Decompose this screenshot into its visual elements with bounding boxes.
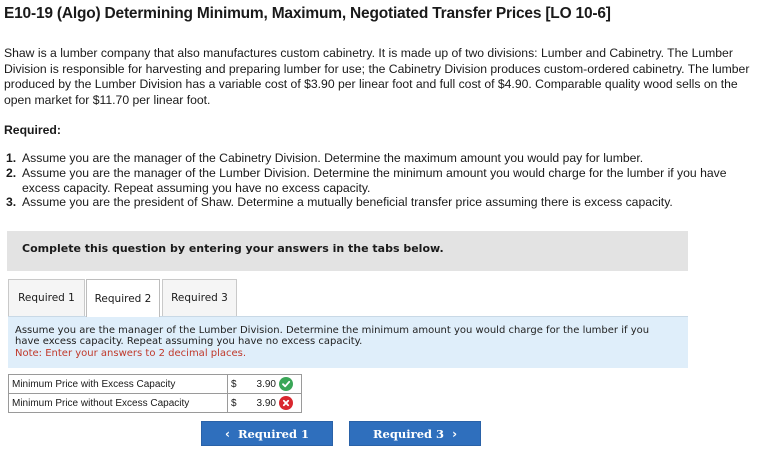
required-heading: Required: — [4, 123, 61, 137]
answer-input-cell[interactable]: $ 3.90 — [227, 393, 302, 413]
tab-required-1[interactable]: Required 1 — [8, 279, 85, 316]
answer-table: Minimum Price with Excess Capacity $ 3.9… — [8, 374, 302, 413]
instructions-text: Complete this question by entering your … — [22, 242, 444, 255]
currency-symbol: $ — [231, 398, 237, 409]
requirement-item: 2. Assume you are the manager of the Lum… — [6, 166, 762, 196]
table-row: Minimum Price with Excess Capacity $ 3.9… — [8, 374, 302, 394]
panel-note: Note: Enter your answers to 2 decimal pl… — [15, 348, 247, 359]
next-button-label: Required 3 — [372, 426, 445, 441]
chevron-left-icon: ‹ — [224, 426, 230, 441]
prev-required-1-button[interactable]: ‹ Required 1 — [201, 421, 333, 446]
page-title: E10-19 (Algo) Determining Minimum, Maxim… — [4, 5, 611, 22]
requirement-item: 1. Assume you are the manager of the Cab… — [6, 151, 762, 166]
requirement-number: 3. — [6, 195, 17, 210]
instructions-box: Complete this question by entering your … — [7, 231, 688, 271]
answer-value[interactable]: 3.90 — [254, 379, 276, 390]
requirement-text: Assume you are the manager of the Cabine… — [22, 151, 644, 165]
check-icon — [279, 377, 293, 391]
next-required-3-button[interactable]: Required 3 › — [349, 421, 481, 446]
prev-button-label: Required 1 — [237, 426, 310, 441]
x-icon — [279, 396, 293, 410]
requirement-number: 2. — [6, 165, 17, 180]
tab-required-3[interactable]: Required 3 — [162, 279, 237, 316]
requirement-text: Assume you are the president of Shaw. De… — [22, 195, 673, 210]
chevron-right-icon: › — [452, 426, 458, 441]
answer-label: Minimum Price with Excess Capacity — [8, 374, 228, 394]
tab-required-2[interactable]: Required 2 — [86, 279, 160, 317]
problem-paragraph: Shaw is a lumber company that also manuf… — [4, 46, 750, 107]
requirements-list: 1. Assume you are the manager of the Cab… — [6, 151, 762, 210]
answer-value[interactable]: 3.90 — [254, 398, 276, 409]
requirement-text: Assume you are the manager of the Lumber… — [22, 165, 727, 195]
question-panel: Assume you are the manager of the Lumber… — [8, 316, 688, 368]
table-row: Minimum Price without Excess Capacity $ … — [8, 393, 302, 413]
panel-question-text: Assume you are the manager of the Lumber… — [15, 325, 650, 348]
answer-label: Minimum Price without Excess Capacity — [8, 393, 228, 413]
currency-symbol: $ — [231, 379, 237, 390]
answer-input-cell[interactable]: $ 3.90 — [227, 374, 302, 394]
requirement-item: 3. Assume you are the president of Shaw.… — [6, 195, 762, 210]
requirement-number: 1. — [6, 151, 17, 165]
